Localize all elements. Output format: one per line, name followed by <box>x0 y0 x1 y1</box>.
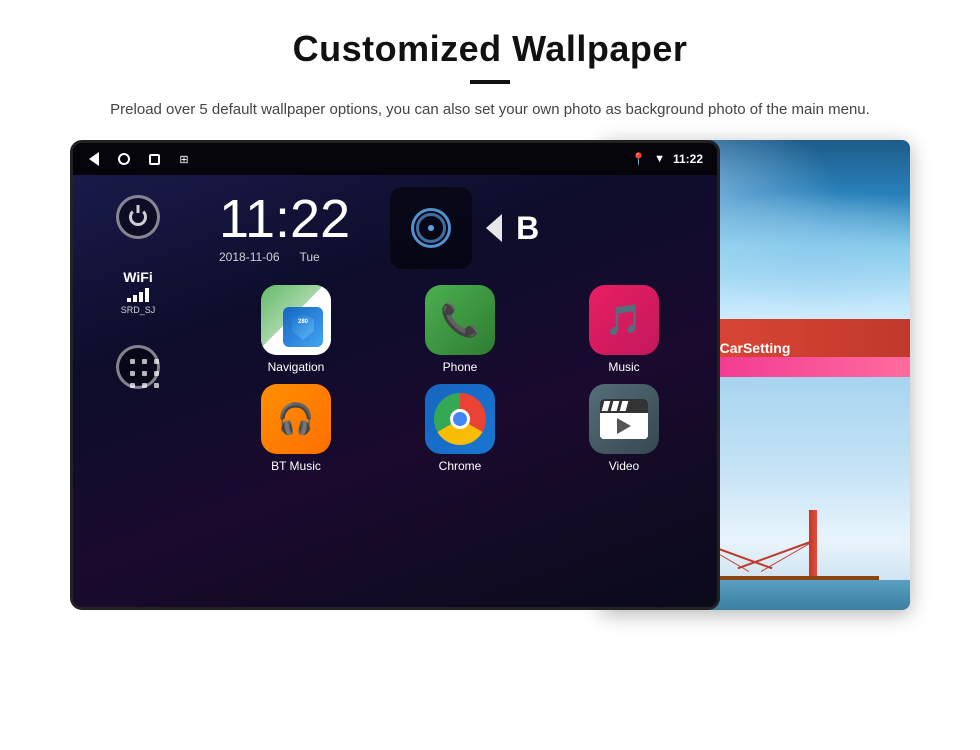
apps-dot <box>142 383 147 388</box>
app-item-phone[interactable]: 📞 Phone <box>383 285 537 374</box>
chrome-ring <box>434 393 486 445</box>
recents-icon <box>149 154 160 165</box>
bt-music-icon: 🎧 <box>261 384 331 454</box>
media-controls <box>486 214 502 242</box>
home-icon <box>118 153 130 165</box>
apps-dot <box>142 371 147 376</box>
bt-music-label: BT Music <box>271 459 321 473</box>
apps-dot <box>154 359 159 364</box>
nav-badge: 280 <box>283 307 323 347</box>
video-label: Video <box>609 459 639 473</box>
navigation-label: Navigation <box>268 360 325 374</box>
apps-dot <box>154 371 159 376</box>
device-body: WiFi SRD_SJ <box>73 175 717 607</box>
navigation-icon: 280 <box>261 285 331 355</box>
clap-stripe <box>620 401 629 411</box>
page-title: Customized Wallpaper <box>60 28 920 70</box>
date-display: 2018-11-06 Tue <box>219 250 350 264</box>
wifi-signal-bars <box>121 288 156 302</box>
clapboard-top <box>600 399 648 413</box>
wifi-bar-3 <box>139 292 143 302</box>
wifi-label: WiFi <box>121 269 156 285</box>
app-item-video[interactable]: Video <box>547 384 701 473</box>
location-icon: 📍 <box>631 152 646 166</box>
back-button[interactable] <box>87 152 101 166</box>
app-item-chrome[interactable]: Chrome <box>383 384 537 473</box>
app-item-music[interactable]: 🎵 Music <box>547 285 701 374</box>
status-indicators: 📍 ▼ 11:22 <box>631 152 703 166</box>
screenshot-button[interactable]: ⊞ <box>177 152 191 166</box>
apps-button[interactable] <box>116 345 160 389</box>
wifi-icon: ▼ <box>654 153 665 165</box>
phone-label: Phone <box>443 360 478 374</box>
app-item-bt-music[interactable]: 🎧 BT Music <box>219 384 373 473</box>
signal-widget[interactable] <box>390 187 472 269</box>
play-triangle-icon <box>617 418 631 434</box>
bridge-tower-right <box>809 510 817 580</box>
bridge-cable-right <box>737 540 813 569</box>
day-value: Tue <box>300 250 320 264</box>
date-value: 2018-11-06 <box>219 250 280 264</box>
chrome-center <box>450 409 470 429</box>
video-icon <box>589 384 659 454</box>
top-row: 11:22 2018-11-06 Tue B <box>219 187 701 269</box>
music-icon: 🎵 <box>589 285 659 355</box>
nav-buttons: ⊞ <box>87 152 191 166</box>
chrome-label: Chrome <box>439 459 482 473</box>
left-sidebar: WiFi SRD_SJ <box>73 175 203 607</box>
app-item-navigation[interactable]: 280 Navigation <box>219 285 373 374</box>
apps-dot <box>130 359 135 364</box>
prev-track-icon[interactable] <box>486 214 502 242</box>
back-icon <box>89 152 99 166</box>
apps-dot <box>130 371 135 376</box>
clock-display: 11:22 <box>219 192 350 246</box>
wifi-bar-4 <box>145 288 149 302</box>
screenshot-icon: ⊞ <box>179 153 188 166</box>
power-icon <box>129 208 147 226</box>
page-header: Customized Wallpaper Preload over 5 defa… <box>0 0 980 140</box>
top-widgets: B <box>390 187 539 269</box>
status-time: 11:22 <box>673 152 703 166</box>
phone-icon: 📞 <box>425 285 495 355</box>
device-showcase: ⊞ 📍 ▼ 11:22 WiFi <box>70 140 910 610</box>
time-block: 11:22 2018-11-06 Tue <box>219 192 350 264</box>
clap-stripe <box>611 401 620 411</box>
chrome-icon <box>425 384 495 454</box>
page-subtitle: Preload over 5 default wallpaper options… <box>60 98 920 122</box>
wifi-block: WiFi SRD_SJ <box>121 269 156 315</box>
clap-stripe <box>602 401 611 411</box>
apps-dot <box>130 383 135 388</box>
clapboard-icon <box>600 399 648 439</box>
wifi-bar-1 <box>127 298 131 302</box>
clapboard-body <box>600 413 648 439</box>
android-device: ⊞ 📍 ▼ 11:22 WiFi <box>70 140 720 610</box>
b-display: B <box>516 210 539 247</box>
home-button[interactable] <box>117 152 131 166</box>
title-divider <box>470 80 510 84</box>
wifi-bar-2 <box>133 295 137 302</box>
phone-handset-icon: 📞 <box>440 301 480 339</box>
apps-dot <box>142 359 147 364</box>
car-setting-text: CarSetting <box>720 340 791 356</box>
power-button[interactable] <box>116 195 160 239</box>
wifi-ssid: SRD_SJ <box>121 305 156 315</box>
antenna-icon <box>411 208 451 248</box>
music-note-icon: 🎵 <box>605 303 642 338</box>
status-bar: ⊞ 📍 ▼ 11:22 <box>73 143 717 175</box>
app-grid: 280 Navigation 📞 Phone <box>219 285 701 473</box>
apps-dot <box>154 383 159 388</box>
music-label: Music <box>608 360 639 374</box>
recents-button[interactable] <box>147 152 161 166</box>
main-content: 11:22 2018-11-06 Tue B <box>203 175 717 607</box>
